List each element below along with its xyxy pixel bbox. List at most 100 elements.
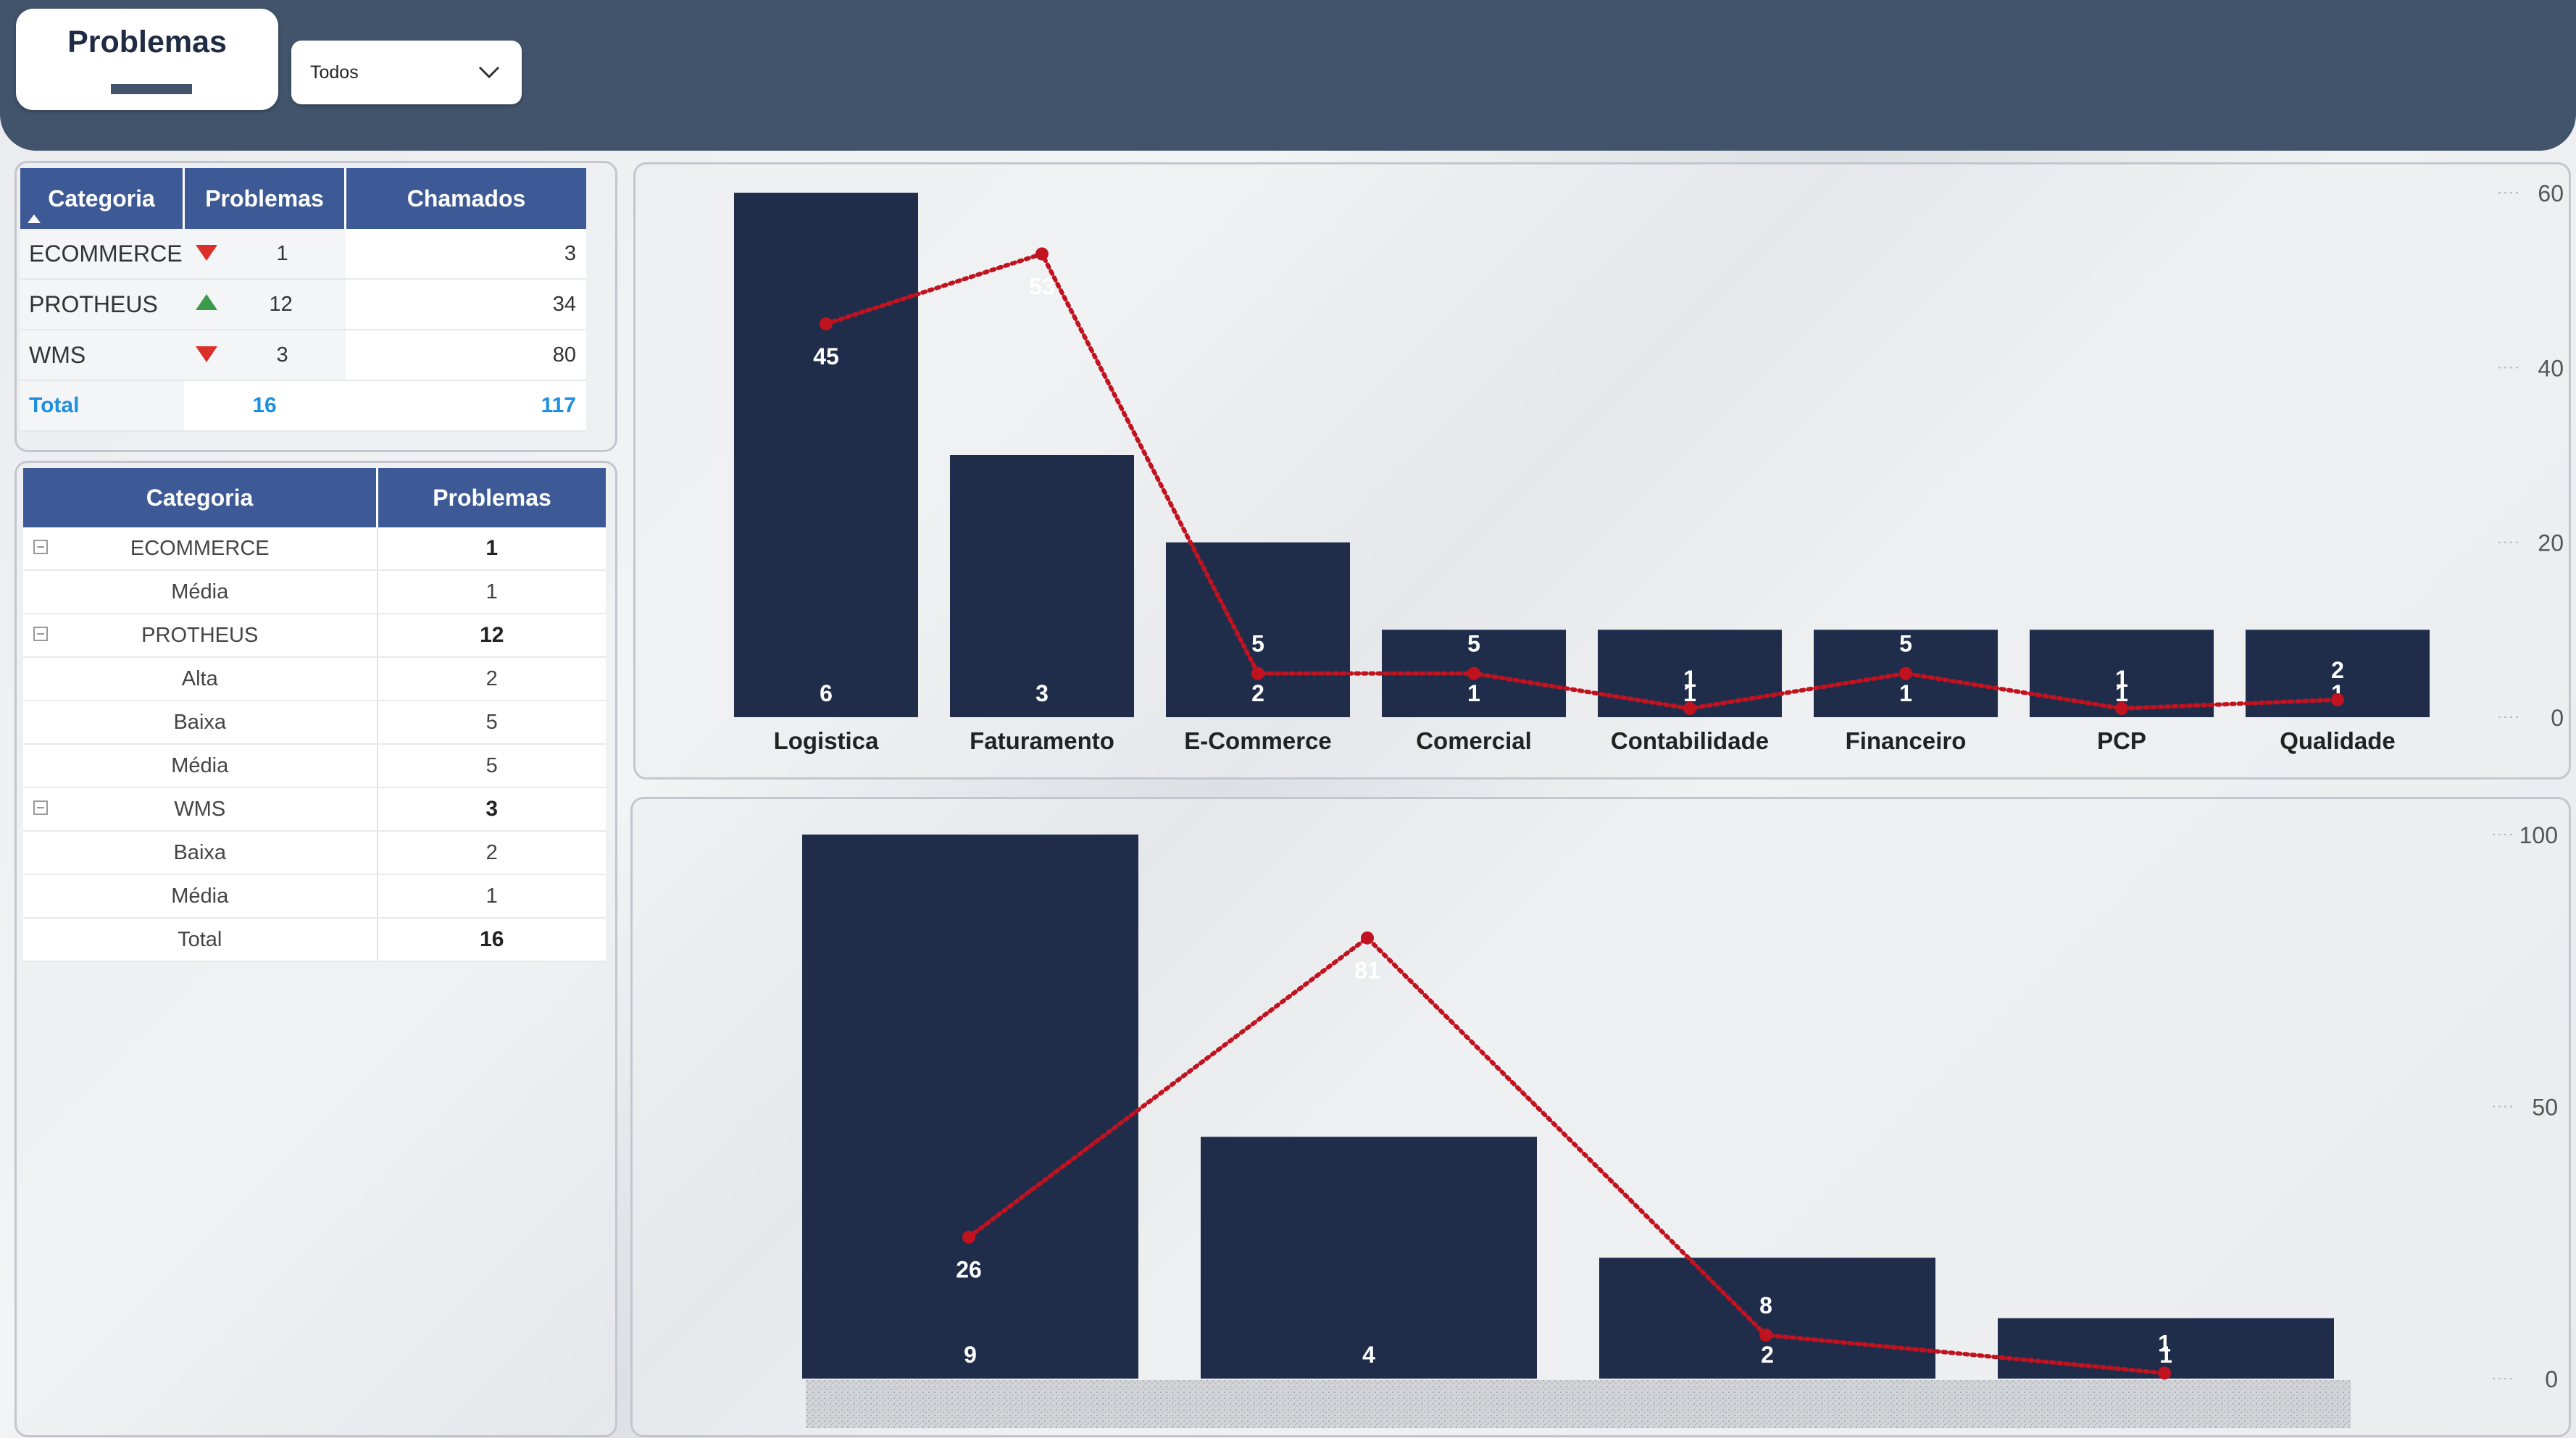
trend-down-icon [195,245,217,261]
line-value-label: 5 [1467,631,1480,657]
line-value-label: 45 [813,343,839,369]
column-header-categoria[interactable]: Categoria [23,468,378,527]
bar-value-label: 4 [1362,1342,1375,1368]
y-axis-tick-label: 50 [2532,1095,2558,1121]
matrix-table: Categoria Problemas ECOMMERCE 1 Média 1 … [23,468,606,962]
line-series [967,935,2167,1376]
total-row: Total 16 117 [20,380,586,432]
row-chamados: 3 [345,229,586,280]
line-point [1035,247,1049,261]
line-value-label: 26 [956,1257,982,1283]
bar-value-label: 1 [1899,680,1912,706]
child-row[interactable]: Média 1 [23,874,606,919]
collapse-icon[interactable] [33,627,48,641]
child-label: Média [23,744,378,788]
summary-table: Categoria Problemas Chamados ECOMMERCE 1… [20,168,586,432]
row-problemas-cell: 3 [183,330,346,381]
line-value-label: 8 [1759,1292,1772,1318]
collapse-icon[interactable] [33,540,48,554]
line-point [1361,931,1374,945]
child-row[interactable]: Alta 2 [23,657,606,701]
bar-value-label: 9 [964,1342,977,1368]
column-header-problemas[interactable]: Problemas [183,168,346,229]
column-header-categoria[interactable]: Categoria [20,168,185,229]
child-value: 5 [377,701,606,745]
table-row[interactable]: PROTHEUS 12 34 [20,279,586,330]
chart-problemas-bottom: 0501009 4 2 1268181 [802,822,2558,1428]
line-value-label: 5 [1899,631,1912,657]
row-problemas: 12 [269,293,293,316]
row-categoria: WMS [20,330,184,381]
bar-value-label: 1 [1467,680,1480,706]
table-row[interactable]: WMS 3 80 [20,330,586,381]
total-label: Total [23,918,378,962]
line-value-label: 2 [2331,657,2344,683]
column-header-chamados[interactable]: Chamados [345,168,586,229]
x-axis-category-label: E-Commerce [1184,727,1332,754]
line-value-label: 5 [1251,631,1264,657]
total-problemas: 16 [183,380,346,432]
row-problemas: 3 [276,343,288,367]
total-row: Total 16 [23,918,606,962]
x-axis-category-label: Comercial [1416,727,1532,754]
child-row[interactable]: Baixa 2 [23,831,606,875]
total-value: 16 [377,918,606,962]
filter-dropdown[interactable]: Todos [291,41,522,104]
chart-problemas-por-setor: 0 20 40 60 6 Logistica 3 Faturamento 2 E-Commerce… [734,180,2564,754]
table-row[interactable]: ECOMMERCE 1 3 [20,229,586,280]
child-row[interactable]: Média 1 [23,570,606,614]
chart-bar [802,835,1138,1379]
row-chamados: 80 [345,330,586,381]
line-point [2331,693,2344,706]
line-point [820,317,833,330]
collapse-icon[interactable] [33,800,48,815]
total-chamados: 117 [345,380,586,432]
x-axis-category-label: Faturamento [970,727,1114,754]
child-label: Média [23,570,378,614]
line-value-label: 1 [2115,666,2128,692]
group-value: 1 [377,527,606,571]
group-label: PROTHEUS [141,623,259,647]
child-label: Baixa [23,701,378,745]
child-label: Média [23,874,378,919]
child-value: 1 [377,570,606,614]
bar-value-label: 6 [820,680,833,706]
child-value: 1 [377,874,606,919]
group-cell: WMS [23,787,378,832]
column-header-problemas[interactable]: Problemas [377,468,606,527]
child-value: 5 [377,744,606,788]
row-categoria: PROTHEUS [20,279,184,330]
y-axis-tick-label: 100 [2519,822,2558,848]
child-value: 2 [377,831,606,875]
group-row[interactable]: WMS 3 [23,787,606,832]
chevron-down-icon [478,66,500,79]
trend-down-icon [195,346,217,362]
x-axis-category-label: PCP [2097,727,2146,754]
chart-bar [950,455,1134,717]
child-row[interactable]: Baixa 5 [23,701,606,745]
y-axis-tick-label: 20 [2538,530,2564,556]
group-value: 12 [377,614,606,658]
bar-value-label: 2 [1761,1342,1774,1368]
group-value: 3 [377,787,606,832]
line-value-label: 1 [2158,1330,2171,1356]
x-axis-category-label: Financeiro [1846,727,1967,754]
line-value-label: 53 [1029,273,1055,299]
x-axis-category-label: Logistica [774,727,880,754]
child-row[interactable]: Média 5 [23,744,606,788]
x-axis-category-label: Qualidade [2280,727,2396,754]
group-row[interactable]: PROTHEUS 12 [23,614,606,658]
axis-shadow-band [806,1380,2351,1428]
group-cell: PROTHEUS [23,614,378,658]
child-value: 2 [377,657,606,701]
bar-value-label: 2 [1251,680,1264,706]
group-row[interactable]: ECOMMERCE 1 [23,527,606,571]
bar-value-label: 3 [1035,680,1049,706]
line-point [2115,701,2128,715]
line-value-label: 1 [1683,666,1696,692]
line-value-label: 81 [1354,958,1380,984]
y-axis-tick-label: 0 [2551,705,2564,731]
row-categoria: ECOMMERCE [20,229,184,280]
line-point [1251,666,1264,680]
group-label: ECOMMERCE [130,536,270,560]
